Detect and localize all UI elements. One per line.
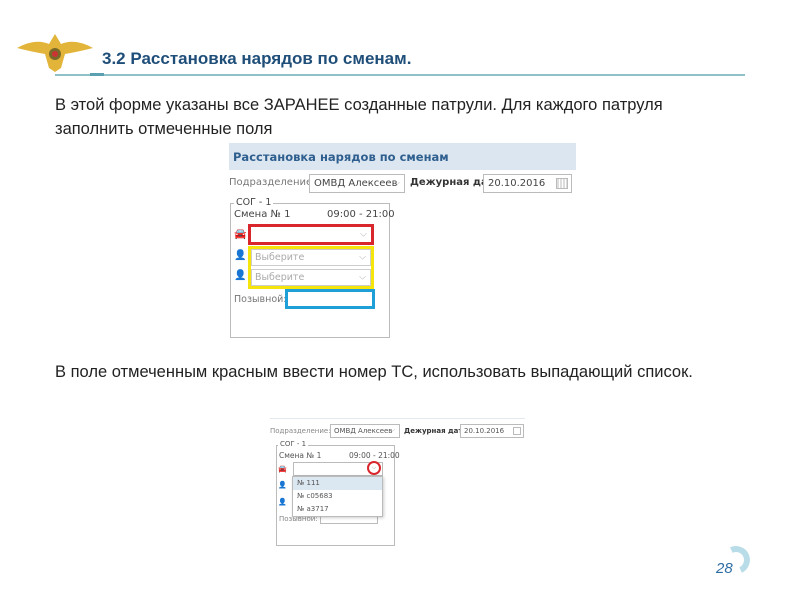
person-icon: 👤 [234,250,247,261]
shift-time: 09:00 - 21:00 [327,209,395,220]
form-screenshot-1: Расстановка нарядов по сменам Подразделе… [229,143,576,338]
unit-label: Подразделение: [270,427,331,435]
calendar-icon[interactable] [556,178,568,189]
emblem-logo [15,28,95,73]
vehicle-dropdown-list: № 111 № с05683 № а3717 [292,476,383,517]
slide-title: 3.2 Расстановка нарядов по сменам. [102,49,412,68]
chevron-down-icon: ⌵ [360,229,367,239]
unit-select[interactable]: ОМВД Алексеев ⌵ [330,424,400,438]
person-icon: 👤 [278,498,287,506]
instruction-text-2: В поле отмеченным красным ввести номер Т… [55,363,693,381]
date-input[interactable]: 20.10.2016 [483,174,572,193]
title-divider [55,74,745,76]
dropdown-option[interactable]: № с05683 [293,490,382,503]
page-number: 28 [716,560,733,577]
chevron-down-icon: ⌵ [390,426,395,434]
person-icon: 👤 [234,270,247,281]
chevron-down-icon: ⌵ [393,178,400,188]
group-title: СОГ - 1 [234,197,274,208]
staff-select-1[interactable]: Выберите ⌵ [251,249,371,266]
callsign-label: Позывной: [234,294,287,305]
vehicle-select[interactable]: ⌵ [248,224,374,245]
dropdown-toggle-highlight[interactable]: ⌵ [367,461,381,475]
shift-time: 09:00 - 21:00 [349,451,400,460]
form-header-title: Расстановка нарядов по сменам [233,150,449,164]
title-divider-accent [90,73,104,76]
date-input[interactable]: 20.10.2016 [460,424,524,438]
unit-select[interactable]: ОМВД Алексеев ⌵ [309,174,405,193]
dropdown-option[interactable]: № а3717 [293,503,382,516]
shift-label: Смена № 1 [234,209,291,220]
form-screenshot-2: Подразделение: ОМВД Алексеев ⌵ Дежурная д… [270,418,525,546]
unit-label: Подразделение: [229,177,316,188]
staff-select-2[interactable]: Выберите ⌵ [251,269,371,286]
person-icon: 👤 [278,481,287,489]
shift-label: Смена № 1 [279,451,322,460]
car-icon: 🚘 [278,465,287,473]
dropdown-option[interactable]: № 111 [293,477,382,490]
car-icon: 🚘 [234,229,247,240]
form-top-line [270,418,525,419]
instruction-text-1: В этой форме указаны все ЗАРАНЕЕ созданн… [55,96,663,138]
chevron-down-icon: ⌵ [359,272,366,282]
chevron-down-icon: ⌵ [359,252,366,262]
group-title: СОГ - 1 [278,440,309,448]
callsign-input[interactable] [285,289,375,309]
calendar-icon[interactable] [513,427,521,435]
